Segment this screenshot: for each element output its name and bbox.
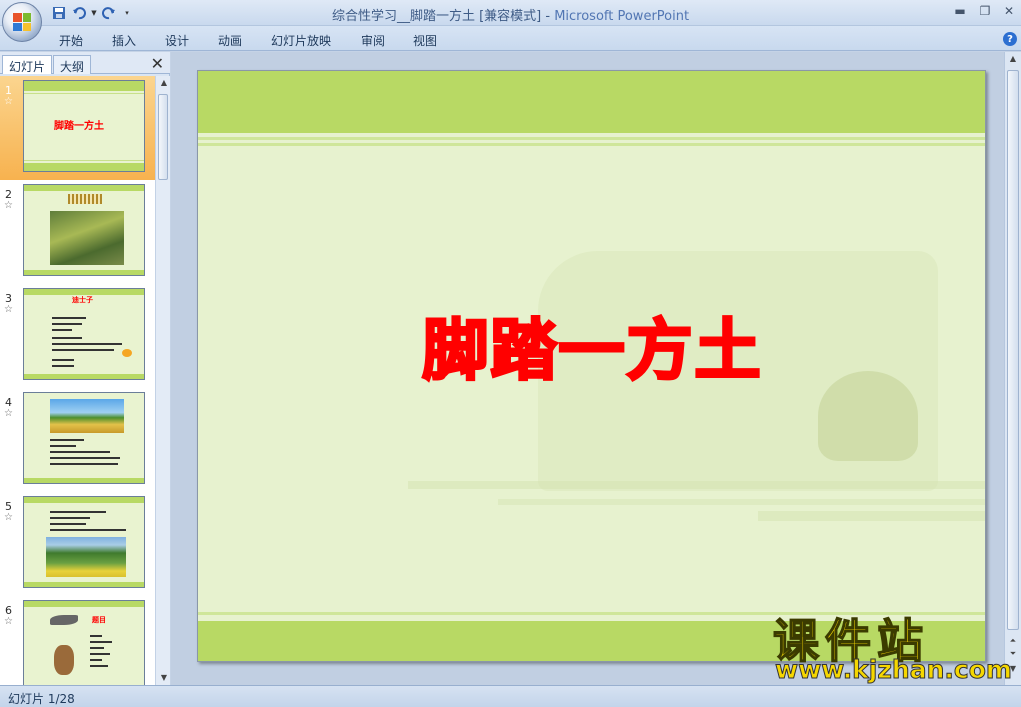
thumbnail-image: 题目: [23, 600, 145, 685]
status-bar: 幻灯片 1/28: [0, 685, 1021, 707]
animation-star-icon: ☆: [4, 408, 13, 419]
bird-image: [50, 615, 78, 625]
tab-view[interactable]: 视图: [413, 32, 437, 49]
office-button[interactable]: [2, 2, 42, 42]
background-streak: [758, 511, 985, 521]
thumbnail-title: 题目: [92, 616, 106, 624]
current-slide[interactable]: 脚踏一方土: [197, 70, 986, 662]
help-button[interactable]: ?: [1003, 32, 1017, 46]
slide-thumbnail-3[interactable]: 3 ☆ 迪士子: [0, 284, 155, 388]
animation-star-icon: ☆: [4, 304, 13, 315]
terraced-fields-image: [50, 211, 124, 265]
thumbnail-list: 1 ☆ 脚踏一方土 2 ☆ 3 ☆ 迪士子 4 ☆ 5 ☆ 6 ☆ 题目: [0, 76, 155, 685]
background-streak: [408, 481, 985, 489]
title-bar: ▼ ▾ 综合性学习__脚踏一方土 [兼容模式] - Microsoft Powe…: [0, 0, 1021, 42]
document-name: 综合性学习__脚踏一方土 [兼容模式]: [331, 9, 542, 24]
top-band: [198, 71, 985, 133]
window-title: 综合性学习__脚踏一方土 [兼容模式] - Microsoft PowerPoi…: [0, 5, 1021, 24]
previous-slide-icon[interactable]: ⏶: [1007, 636, 1019, 646]
scroll-up-icon[interactable]: ▲: [158, 78, 170, 88]
slide-thumbnail-1[interactable]: 1 ☆ 脚踏一方土: [0, 76, 155, 180]
thumbnail-image: [23, 392, 145, 484]
cartoon-character-image: [54, 645, 74, 675]
app-name: Microsoft PowerPoint: [554, 9, 690, 24]
top-stripe: [198, 143, 985, 146]
animation-star-icon: ☆: [4, 616, 13, 627]
office-logo-icon: [13, 13, 31, 31]
animation-star-icon: ☆: [4, 200, 13, 211]
tab-home[interactable]: 开始: [59, 32, 83, 49]
tab-slides[interactable]: 幻灯片: [2, 55, 53, 74]
tab-animations[interactable]: 动画: [218, 32, 242, 49]
restore-icon: ❐: [979, 4, 991, 18]
animation-star-icon: ☆: [4, 512, 13, 523]
rapeseed-field-image: [46, 537, 126, 577]
thumbnail-image: 迪士子: [23, 288, 145, 380]
slides-panel: 幻灯片 大纲 ✕ 1 ☆ 脚踏一方土 2 ☆ 3 ☆ 迪士子 4 ☆ 5 ☆ 6…: [0, 52, 170, 685]
close-window-button[interactable]: ✕: [997, 2, 1021, 20]
scroll-down-icon[interactable]: ▼: [158, 673, 170, 683]
close-icon: ✕: [1003, 4, 1015, 18]
slide-thumbnail-6[interactable]: 6 ☆ 题目: [0, 596, 155, 685]
scrollbar-thumb[interactable]: [1007, 70, 1019, 630]
tab-design[interactable]: 设计: [165, 32, 189, 49]
slide-thumbnail-4[interactable]: 4 ☆: [0, 388, 155, 492]
top-stripe: [198, 137, 985, 140]
thumbnail-title: 脚踏一方土: [54, 121, 104, 132]
title-separator: -: [541, 9, 555, 24]
slide-title[interactable]: 脚踏一方土: [198, 297, 985, 393]
animation-star-icon: ☆: [4, 96, 13, 107]
minimize-button[interactable]: ▬: [948, 2, 972, 20]
close-panel-button[interactable]: ✕: [151, 54, 164, 73]
minimize-icon: ▬: [954, 4, 966, 18]
slide-editor: 脚踏一方土 ▲ ⏶ ⏷ ▼: [171, 52, 1021, 685]
tab-outline[interactable]: 大纲: [53, 55, 92, 74]
scrollbar-thumb[interactable]: [158, 94, 168, 180]
tab-slideshow[interactable]: 幻灯片放映: [271, 32, 331, 49]
help-icon: ?: [1007, 33, 1013, 45]
scroll-up-icon[interactable]: ▲: [1007, 54, 1019, 64]
panel-tabs: 幻灯片 大纲 ✕: [0, 52, 170, 74]
tab-insert[interactable]: 插入: [112, 32, 136, 49]
tab-review[interactable]: 审阅: [361, 32, 385, 49]
thumbnail-scrollbar[interactable]: ▲ ▼: [155, 76, 170, 685]
thumbnail-image: 脚踏一方土: [23, 80, 145, 172]
background-streak: [498, 499, 985, 505]
slide-thumbnail-2[interactable]: 2 ☆: [0, 180, 155, 284]
thumbnail-image: [23, 496, 145, 588]
thumbnail-image: [23, 184, 145, 276]
restore-button[interactable]: ❐: [973, 2, 997, 20]
slide-scrollbar[interactable]: ▲ ⏶ ⏷ ▼: [1004, 52, 1021, 685]
ribbon-tabs: 开始 插入 设计 动画 幻灯片放映 审阅 视图 ?: [0, 26, 1021, 51]
thumbnail-title: 迪士子: [72, 296, 93, 304]
slide-counter: 幻灯片 1/28: [8, 692, 75, 706]
wheat-field-image: [50, 399, 124, 433]
slide-thumbnail-5[interactable]: 5 ☆: [0, 492, 155, 596]
watermark-url: www.kjzhan.com: [775, 655, 1013, 685]
